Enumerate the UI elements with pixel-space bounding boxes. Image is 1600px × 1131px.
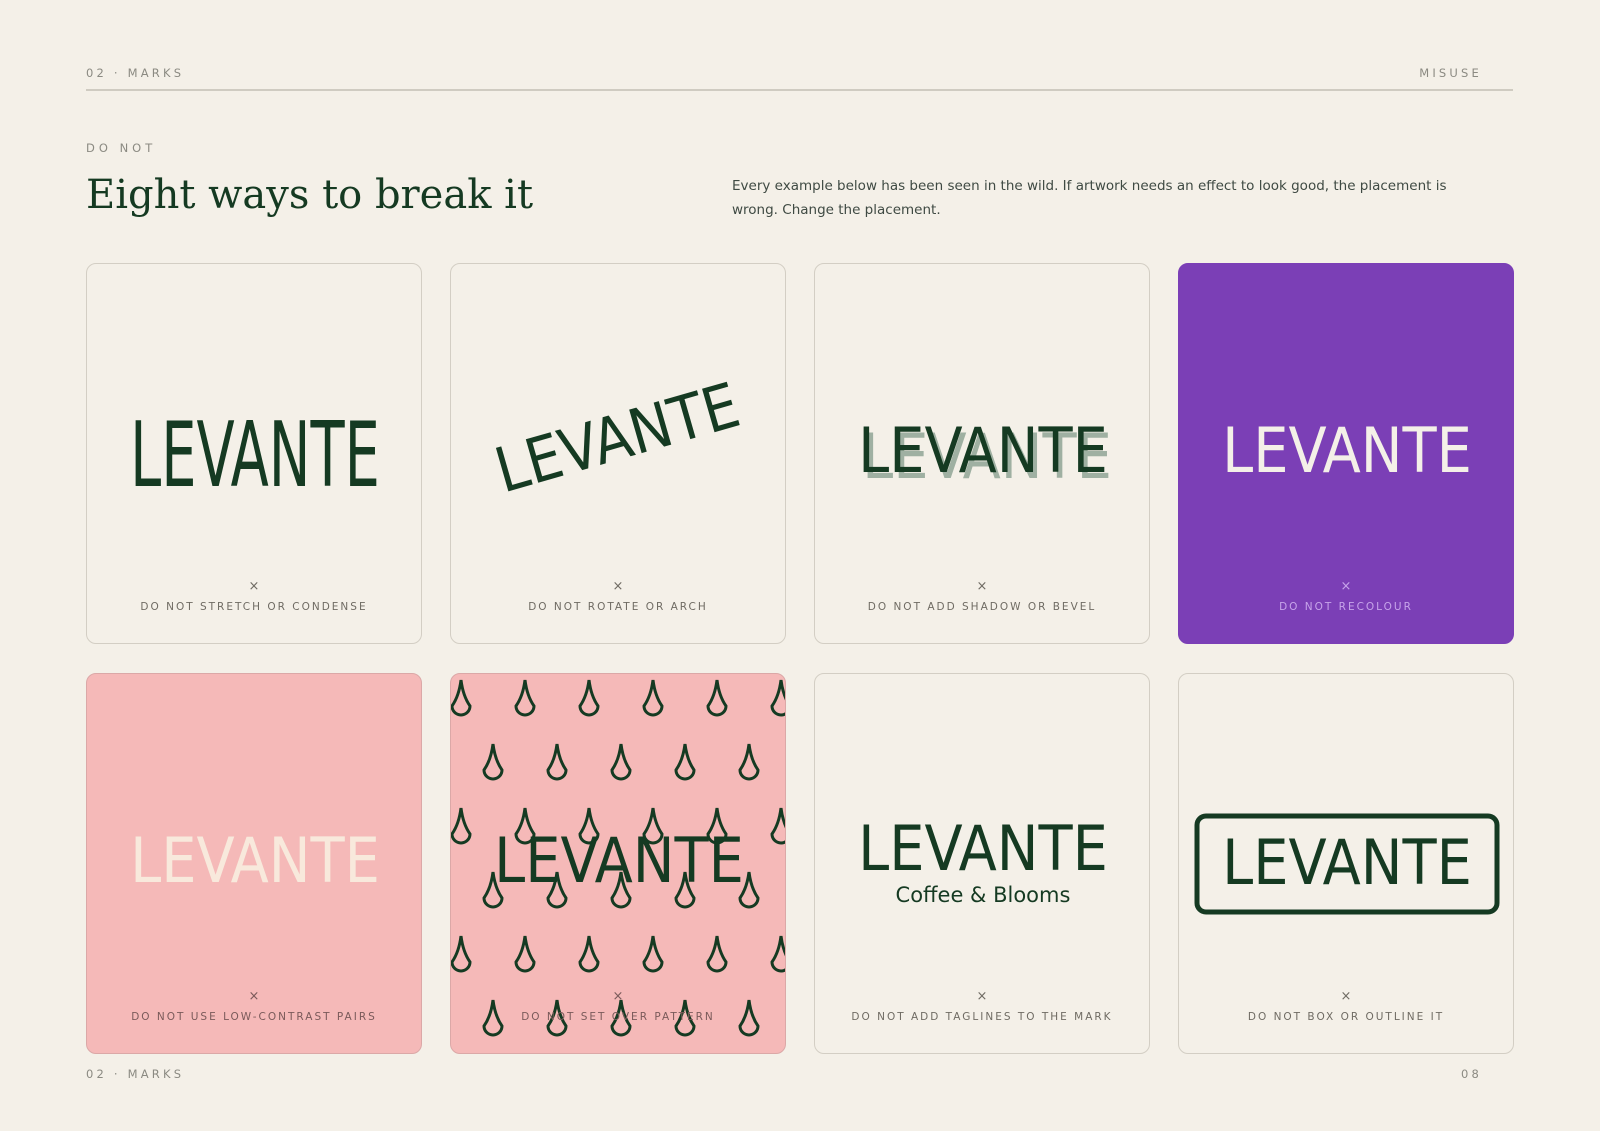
card-caption: DO NOT ADD TAGLINES TO THE MARK xyxy=(851,1011,1113,1023)
drop-mark xyxy=(451,807,472,845)
cross-icon: × xyxy=(612,989,624,1004)
header-page-label: MISUSE xyxy=(1419,66,1482,80)
drop-mark xyxy=(674,743,696,781)
drop-mark xyxy=(482,743,504,781)
levante-wordmark: LEVANTE xyxy=(130,403,380,508)
tagline: Coffee & Blooms xyxy=(896,883,1071,907)
levante-logo-rotated: LEVANTE xyxy=(487,368,747,507)
card-caption: DO NOT STRETCH OR CONDENSE xyxy=(140,601,368,613)
cross-icon: × xyxy=(248,579,260,594)
levante-wordmark: LEVANTE xyxy=(487,368,747,507)
drop-mark xyxy=(770,807,785,845)
misuse-card-stretch: LEVANTE × DO NOT STRETCH OR CONDENSE xyxy=(86,263,422,644)
misuse-card-recolour: LEVANTE × DO NOT RECOLOUR xyxy=(1178,263,1514,644)
misuse-card-shadow: LEVANTE LEVANTE × DO NOT ADD SHADOW OR B… xyxy=(814,263,1150,644)
cross-icon: × xyxy=(976,579,988,594)
drop-mark xyxy=(706,935,728,973)
card-caption: DO NOT RECOLOUR xyxy=(1279,601,1413,613)
drop-mark xyxy=(451,679,472,717)
misuse-card-tagline: LEVANTE Coffee & Blooms × DO NOT ADD TAG… xyxy=(814,673,1150,1054)
drop-mark xyxy=(451,935,472,973)
levante-logo-stretched: LEVANTE xyxy=(130,403,380,508)
levante-logo-recoloured: LEVANTE xyxy=(1222,414,1472,487)
levante-wordmark: LEVANTE xyxy=(130,824,380,897)
drop-mark xyxy=(514,935,536,973)
levante-wordmark: LEVANTE xyxy=(494,824,744,897)
intro-text: Every example below has been seen in the… xyxy=(732,178,1447,218)
cross-icon: × xyxy=(976,989,988,1004)
card-caption: DO NOT BOX OR OUTLINE IT xyxy=(1247,1011,1445,1023)
card-caption: DO NOT ADD SHADOW OR BEVEL xyxy=(867,601,1097,613)
levante-wordmark: LEVANTE xyxy=(1222,414,1472,487)
drop-mark xyxy=(578,679,600,717)
levante-wordmark: LEVANTE xyxy=(1222,826,1472,899)
cross-icon: × xyxy=(612,579,624,594)
levante-logo-low-contrast: LEVANTE xyxy=(130,824,380,897)
cross-icon: × xyxy=(1340,989,1352,1004)
drop-mark xyxy=(610,743,632,781)
levante-wordmark: LEVANTE xyxy=(858,812,1108,885)
drop-mark xyxy=(642,935,664,973)
drop-mark xyxy=(738,743,760,781)
header-divider xyxy=(86,89,1513,91)
misuse-card-over-pattern: LEVANTE × DO NOT SET OVER PATTERN xyxy=(450,673,786,1054)
header-section-label: 02 · MARKS xyxy=(86,66,185,80)
card-caption: DO NOT SET OVER PATTERN xyxy=(521,1011,715,1023)
misuse-card-low-contrast: LEVANTE × DO NOT USE LOW-CONTRAST PAIRS xyxy=(86,673,422,1054)
drop-mark xyxy=(578,935,600,973)
misuse-card-boxed: LEVANTE × DO NOT BOX OR OUTLINE IT xyxy=(1178,673,1514,1054)
footer-section-label: 02 · MARKS xyxy=(86,1067,185,1081)
levante-wordmark: LEVANTE xyxy=(858,414,1108,487)
card-caption: DO NOT USE LOW-CONTRAST PAIRS xyxy=(131,1011,377,1023)
levante-logo-shadowed: LEVANTE LEVANTE xyxy=(858,414,1112,493)
levante-logo-with-tagline: LEVANTE Coffee & Blooms xyxy=(858,812,1108,907)
levante-logo-boxed: LEVANTE xyxy=(1194,813,1500,915)
cross-icon: × xyxy=(1340,579,1352,594)
footer-page-number: 08 xyxy=(1460,1067,1482,1081)
card-caption: DO NOT ROTATE OR ARCH xyxy=(528,601,708,613)
page-title: Eight ways to break it xyxy=(86,172,534,218)
cross-icon: × xyxy=(248,989,260,1004)
drop-mark xyxy=(514,679,536,717)
drop-mark xyxy=(770,935,785,973)
kicker: DO NOT xyxy=(86,141,157,155)
drop-mark xyxy=(642,679,664,717)
drop-mark xyxy=(706,679,728,717)
drop-mark xyxy=(770,679,785,717)
drop-mark xyxy=(546,743,568,781)
misuse-card-rotate: LEVANTE × DO NOT ROTATE OR ARCH xyxy=(450,263,786,644)
